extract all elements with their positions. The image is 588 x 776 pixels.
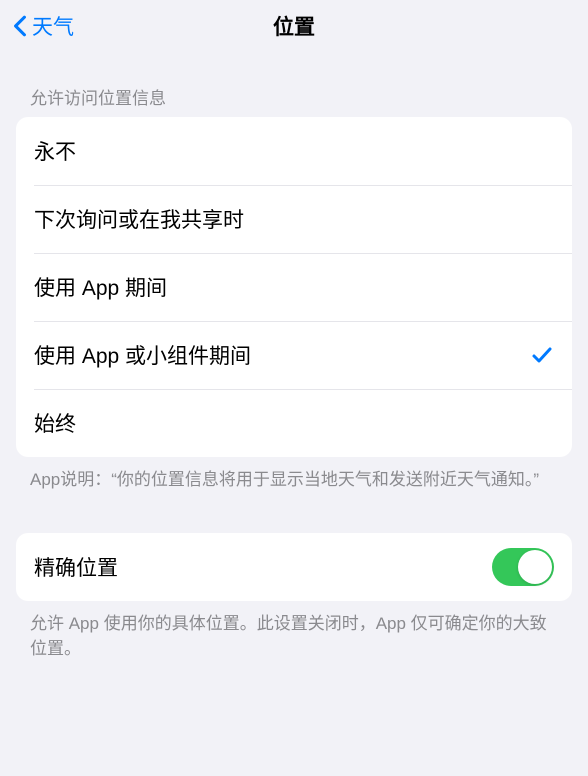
section-footer-app-explanation: App说明：“你的位置信息将用于显示当地天气和发送附近天气通知。” xyxy=(0,457,588,493)
location-access-group: 永不下次询问或在我共享时使用 App 期间使用 App 或小组件期间始终 xyxy=(16,117,572,457)
location-option-label: 使用 App 或小组件期间 xyxy=(34,340,251,370)
location-option-label: 下次询问或在我共享时 xyxy=(34,204,244,234)
navbar: 天气 位置 xyxy=(0,0,588,52)
section-footer-precise-location: 允许 App 使用你的具体位置。此设置关闭时，App 仅可确定你的大致位置。 xyxy=(0,601,588,662)
page-title: 位置 xyxy=(273,11,315,41)
precise-location-group: 精确位置 xyxy=(16,533,572,601)
chevron-left-icon xyxy=(12,14,28,38)
location-option-label: 永不 xyxy=(34,136,76,166)
checkmark-icon xyxy=(530,343,554,367)
precise-location-label: 精确位置 xyxy=(34,552,118,582)
precise-location-toggle[interactable] xyxy=(492,548,554,586)
precise-location-row[interactable]: 精确位置 xyxy=(16,533,572,601)
location-option-row[interactable]: 永不 xyxy=(16,117,572,185)
location-option-row[interactable]: 使用 App 或小组件期间 xyxy=(16,321,572,389)
location-option-row[interactable]: 始终 xyxy=(16,389,572,457)
location-option-label: 始终 xyxy=(34,408,76,438)
toggle-knob xyxy=(518,550,552,584)
location-option-row[interactable]: 下次询问或在我共享时 xyxy=(16,185,572,253)
location-option-row[interactable]: 使用 App 期间 xyxy=(16,253,572,321)
back-label: 天气 xyxy=(32,11,74,41)
location-option-label: 使用 App 期间 xyxy=(34,272,167,302)
section-header-location-access: 允许访问位置信息 xyxy=(0,52,588,117)
back-button[interactable]: 天气 xyxy=(12,11,74,41)
